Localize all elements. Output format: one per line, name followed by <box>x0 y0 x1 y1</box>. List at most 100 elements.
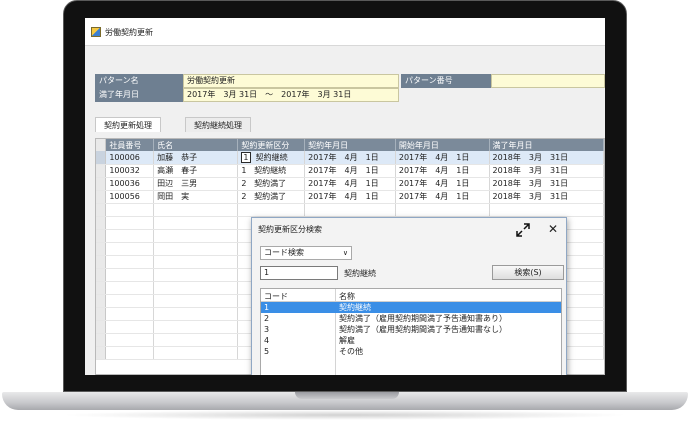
name-cell[interactable]: 岡田 実 <box>153 190 239 204</box>
row-header[interactable] <box>96 281 107 295</box>
contract-date-cell[interactable]: 2017年 4月 1日 <box>304 164 396 178</box>
end-date-cell[interactable]: 2018年 3月 31日 <box>489 164 605 178</box>
contract-date-cell[interactable]: 2017年 4月 1日 <box>304 177 396 191</box>
row-header[interactable] <box>96 346 107 360</box>
list-item-code: 3 <box>264 325 270 334</box>
empty-cell[interactable] <box>153 307 239 321</box>
empty-cell[interactable] <box>153 294 239 308</box>
row-header[interactable] <box>96 320 107 334</box>
start-date-cell[interactable]: 2017年 4月 1日 <box>395 190 490 204</box>
empty-cell[interactable] <box>105 242 155 256</box>
renewal-type-cell[interactable]: 2 契約満了 <box>237 190 306 204</box>
list-item[interactable]: 2 契約満了（雇用契約期間満了予告通知書あり） <box>261 313 561 324</box>
row-header[interactable] <box>96 190 107 204</box>
list-header-code[interactable]: コード <box>264 291 288 302</box>
empty-cell[interactable] <box>105 320 155 334</box>
name-cell[interactable]: 高瀬 春子 <box>153 164 239 178</box>
column-header-emp-no[interactable]: 社員番号 <box>105 139 155 151</box>
code-search-input[interactable]: 1 <box>260 266 338 280</box>
emp-no-cell[interactable]: 100036 <box>105 177 155 191</box>
empty-cell[interactable] <box>237 203 306 217</box>
empty-cell[interactable] <box>105 255 155 269</box>
renewal-type-cell[interactable]: 1 契約継続 <box>237 151 306 165</box>
row-header[interactable] <box>96 164 107 178</box>
list-item[interactable]: 4 解雇 <box>261 335 561 346</box>
row-header[interactable] <box>96 151 107 165</box>
empty-cell[interactable] <box>105 229 155 243</box>
list-item[interactable]: 3 契約満了（雇用契約期間満了予告通知書なし） <box>261 324 561 335</box>
emp-no-cell[interactable]: 100056 <box>105 190 155 204</box>
table-row[interactable]: 100032 高瀬 春子 1 契約継続 2017年 4月 1日 2017年 4月… <box>96 164 605 178</box>
contract-date-cell[interactable]: 2017年 4月 1日 <box>304 151 396 165</box>
row-header[interactable] <box>96 242 107 256</box>
empty-cell[interactable] <box>105 294 155 308</box>
end-date-cell[interactable]: 2018年 3月 31日 <box>489 177 605 191</box>
tab-contract-renewal[interactable]: 契約更新処理 <box>95 117 161 132</box>
empty-cell[interactable] <box>153 229 239 243</box>
start-date-cell[interactable]: 2017年 4月 1日 <box>395 151 490 165</box>
empty-cell[interactable] <box>105 281 155 295</box>
empty-cell[interactable] <box>395 203 490 217</box>
table-row[interactable] <box>96 203 605 217</box>
row-header[interactable] <box>96 268 107 282</box>
empty-cell[interactable] <box>153 203 239 217</box>
empty-cell[interactable] <box>489 203 605 217</box>
row-header[interactable] <box>96 203 107 217</box>
row-header[interactable] <box>96 255 107 269</box>
empty-cell[interactable] <box>153 268 239 282</box>
app-window: 労働契約更新 パターン名 労働契約更新 パターン番号 満了年月日 2017年 3… <box>85 18 605 375</box>
empty-cell[interactable] <box>105 216 155 230</box>
pattern-name-field[interactable]: 労働契約更新 <box>183 74 399 88</box>
renewal-type-cell[interactable]: 1 契約継続 <box>237 164 306 178</box>
row-header[interactable] <box>96 307 107 321</box>
row-header[interactable] <box>96 229 107 243</box>
row-header[interactable] <box>96 294 107 308</box>
renewal-code-input[interactable]: 1 <box>241 151 251 163</box>
table-row[interactable]: 100006 加藤 恭子 1 契約継続 2017年 4月 1日 2017年 4月… <box>96 151 605 165</box>
column-header-contract-date[interactable]: 契約年月日 <box>304 139 396 151</box>
row-header[interactable] <box>96 216 107 230</box>
table-row[interactable]: 100036 田辺 三男 2 契約満了 2017年 4月 1日 2017年 4月… <box>96 177 605 191</box>
empty-cell[interactable] <box>153 281 239 295</box>
list-item[interactable]: 1 契約継続 <box>261 302 561 313</box>
empty-cell[interactable] <box>153 216 239 230</box>
search-mode-select[interactable]: コード検索 ∨ <box>260 246 352 260</box>
close-icon[interactable]: ✕ <box>548 222 558 236</box>
start-date-cell[interactable]: 2017年 4月 1日 <box>395 177 490 191</box>
renewal-type-cell[interactable]: 2 契約満了 <box>237 177 306 191</box>
empty-cell[interactable] <box>153 333 239 347</box>
list-header-name[interactable]: 名称 <box>339 291 355 302</box>
tab-contract-continuation[interactable]: 契約継続処理 <box>185 117 251 132</box>
empty-cell[interactable] <box>105 346 155 360</box>
emp-no-cell[interactable]: 100006 <box>105 151 155 165</box>
row-header[interactable] <box>96 333 107 347</box>
empty-cell[interactable] <box>105 268 155 282</box>
row-header[interactable] <box>96 177 107 191</box>
column-header-renewal-type[interactable]: 契約更新区分 <box>237 139 306 151</box>
empty-cell[interactable] <box>153 242 239 256</box>
search-button[interactable]: 検索(S) <box>492 265 564 280</box>
empty-cell[interactable] <box>105 307 155 321</box>
column-header-end-date[interactable]: 満了年月日 <box>489 139 605 151</box>
column-header-name[interactable]: 氏名 <box>153 139 239 151</box>
empty-cell[interactable] <box>153 346 239 360</box>
name-cell[interactable]: 加藤 恭子 <box>153 151 239 165</box>
start-date-cell[interactable]: 2017年 4月 1日 <box>395 164 490 178</box>
empty-cell[interactable] <box>153 255 239 269</box>
pattern-number-field[interactable] <box>491 74 605 88</box>
empty-cell[interactable] <box>304 203 396 217</box>
empty-cell[interactable] <box>153 320 239 334</box>
empty-cell[interactable] <box>105 203 155 217</box>
contract-date-cell[interactable]: 2017年 4月 1日 <box>304 190 396 204</box>
expand-arrows-icon[interactable] <box>516 223 530 237</box>
name-cell[interactable]: 田辺 三男 <box>153 177 239 191</box>
renewal-type-search-dialog: 契約更新区分検索 ✕ コード検索 ∨ 1 契約継続 検索(S) コード 名称 1… <box>251 217 567 375</box>
list-item[interactable]: 5 その他 <box>261 346 561 357</box>
end-date-cell[interactable]: 2018年 3月 31日 <box>489 190 605 204</box>
emp-no-cell[interactable]: 100032 <box>105 164 155 178</box>
table-row[interactable]: 100056 岡田 実 2 契約満了 2017年 4月 1日 2017年 4月 … <box>96 190 605 204</box>
expiry-date-range-field[interactable]: 2017年 3月 31日 ～ 2017年 3月 31日 <box>183 88 399 102</box>
column-header-start-date[interactable]: 開始年月日 <box>395 139 490 151</box>
empty-cell[interactable] <box>105 333 155 347</box>
end-date-cell[interactable]: 2018年 3月 31日 <box>489 151 605 165</box>
